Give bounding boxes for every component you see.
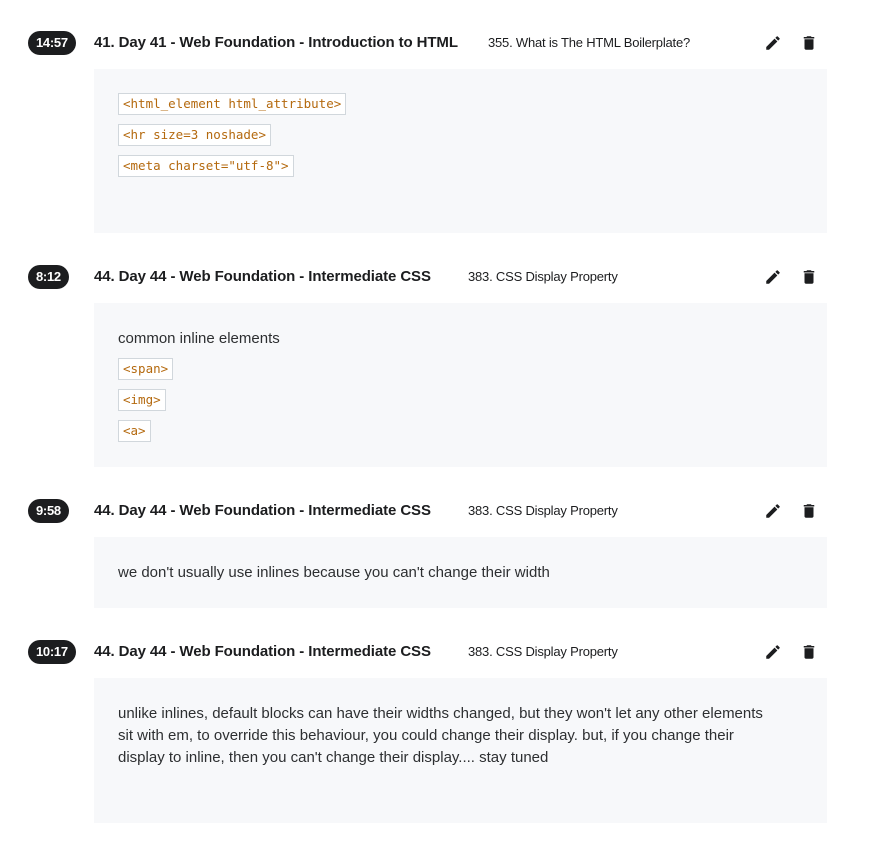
trash-icon — [803, 504, 815, 518]
edit-button[interactable] — [762, 266, 784, 288]
lecture-title: 383. CSS Display Property — [468, 644, 618, 659]
section-title: 44. Day 44 - Web Foundation - Intermedia… — [94, 502, 431, 519]
pencil-icon — [766, 504, 780, 518]
delete-button[interactable] — [798, 32, 820, 54]
timestamp-badge[interactable]: 8:12 — [28, 265, 69, 289]
section-title: 41. Day 41 - Web Foundation - Introducti… — [94, 34, 458, 51]
lecture-title: 383. CSS Display Property — [468, 269, 618, 284]
delete-button[interactable] — [798, 266, 820, 288]
note-header: 14:57 41. Day 41 - Web Foundation - Intr… — [0, 28, 884, 58]
note-content: we don't usually use inlines because you… — [94, 537, 827, 608]
lecture-title: 383. CSS Display Property — [468, 503, 618, 518]
edit-button[interactable] — [762, 500, 784, 522]
note-text: we don't usually use inlines because you… — [118, 564, 550, 581]
note-header: 8:12 44. Day 44 - Web Foundation - Inter… — [0, 262, 884, 292]
trash-icon — [803, 36, 815, 50]
edit-button[interactable] — [762, 32, 784, 54]
pencil-icon — [766, 36, 780, 50]
code-snippet: <img> — [118, 389, 166, 411]
note-item: 8:12 44. Day 44 - Web Foundation - Inter… — [0, 262, 884, 467]
note-header: 10:17 44. Day 44 - Web Foundation - Inte… — [0, 637, 884, 667]
trash-icon — [803, 645, 815, 659]
pencil-icon — [766, 270, 780, 284]
note-text: common inline elements — [118, 330, 280, 347]
timestamp-badge[interactable]: 9:58 — [28, 499, 69, 523]
note-item: 14:57 41. Day 41 - Web Foundation - Intr… — [0, 28, 884, 233]
code-snippet: <span> — [118, 358, 174, 380]
delete-button[interactable] — [798, 641, 820, 663]
note-content: common inline elements <span> <img> <a> — [94, 303, 827, 467]
notes-list: 14:57 41. Day 41 - Web Foundation - Intr… — [0, 0, 884, 842]
timestamp-badge[interactable]: 14:57 — [28, 31, 76, 55]
note-content: <html_element html_attribute> <hr size=3… — [94, 69, 827, 233]
delete-button[interactable] — [798, 500, 820, 522]
code-snippet: <a> — [118, 420, 151, 442]
note-content: unlike inlines, default blocks can have … — [94, 678, 827, 823]
code-snippet: <html_element html_attribute> — [118, 93, 347, 115]
note-header: 9:58 44. Day 44 - Web Foundation - Inter… — [0, 496, 884, 526]
code-snippet: <hr size=3 noshade> — [118, 124, 271, 146]
section-title: 44. Day 44 - Web Foundation - Intermedia… — [94, 643, 431, 660]
edit-button[interactable] — [762, 641, 784, 663]
section-title: 44. Day 44 - Web Foundation - Intermedia… — [94, 268, 431, 285]
pencil-icon — [766, 645, 780, 659]
note-item: 9:58 44. Day 44 - Web Foundation - Inter… — [0, 496, 884, 608]
code-snippet: <meta charset="utf-8"> — [118, 155, 294, 177]
note-text: unlike inlines, default blocks can have … — [118, 705, 763, 766]
note-item: 10:17 44. Day 44 - Web Foundation - Inte… — [0, 637, 884, 823]
lecture-title: 355. What is The HTML Boilerplate? — [488, 35, 691, 50]
timestamp-badge[interactable]: 10:17 — [28, 640, 76, 664]
trash-icon — [803, 270, 815, 284]
